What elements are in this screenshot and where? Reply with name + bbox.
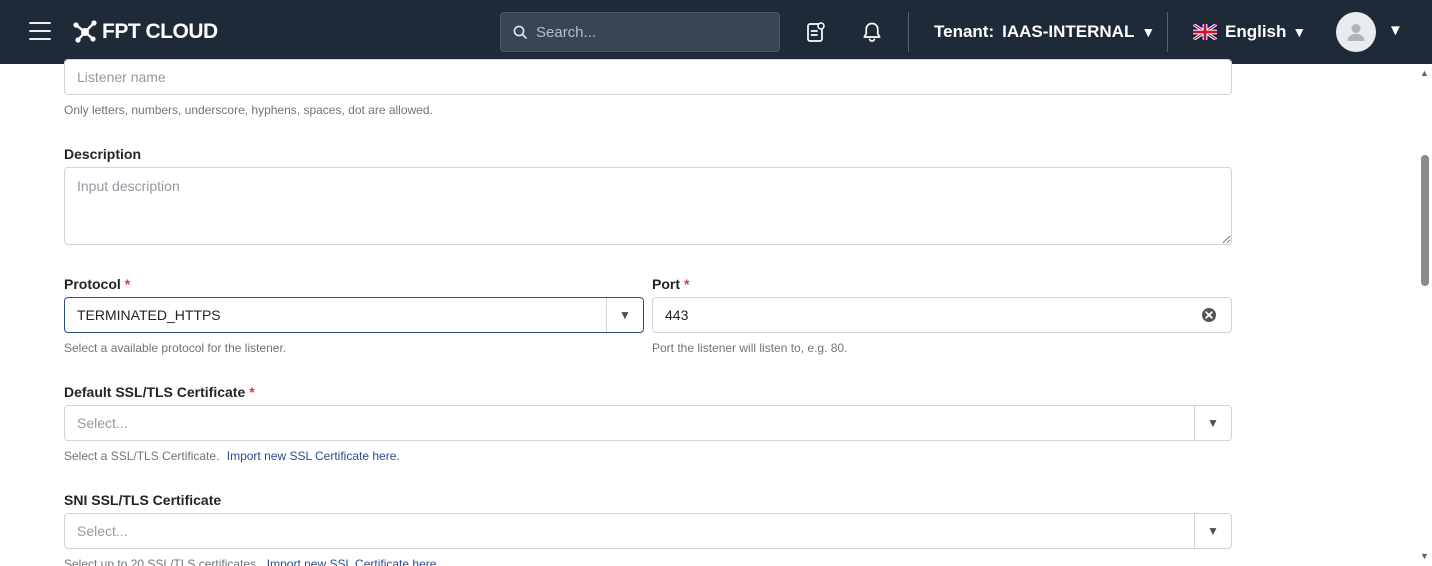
default-cert-hint-text: Select a SSL/TLS Certificate.: [64, 449, 220, 463]
required-mark: *: [249, 384, 255, 400]
logo[interactable]: FPT CLOUD: [72, 18, 218, 46]
port-hint: Port the listener will listen to, e.g. 8…: [652, 341, 848, 355]
protocol-label-text: Protocol: [64, 276, 121, 292]
uk-flag-icon: [1193, 24, 1217, 40]
tenant-value: IAAS-INTERNAL: [1002, 22, 1135, 41]
account-menu-caret-icon[interactable]: ▼: [1388, 22, 1403, 39]
import-ssl-link[interactable]: Import new SSL Certificate here.: [227, 449, 400, 463]
sni-cert-placeholder: Select...: [77, 523, 128, 539]
default-cert-label: Default SSL/TLS Certificate *: [64, 384, 255, 400]
port-label-text: Port: [652, 276, 680, 292]
sni-cert-hint: Select up to 20 SSL/TLS certificates. Im…: [64, 557, 440, 566]
clear-icon[interactable]: [1201, 307, 1217, 323]
default-cert-select[interactable]: Select... ▼: [64, 405, 1232, 441]
logo-text: FPT CLOUD: [102, 20, 218, 43]
search-input[interactable]: [536, 23, 756, 41]
language-selector[interactable]: English ▼: [1193, 20, 1306, 44]
caret-down-icon: ▼: [1141, 24, 1156, 40]
listener-name-input[interactable]: [64, 59, 1232, 95]
protocol-label: Protocol *: [64, 276, 130, 292]
scrollbar[interactable]: ▲ ▼: [1416, 64, 1432, 566]
bell-icon[interactable]: [860, 20, 884, 44]
tenant-selector[interactable]: Tenant: IAAS-INTERNAL ▼: [934, 20, 1155, 44]
protocol-select[interactable]: TERMINATED_HTTPS ▼: [64, 297, 644, 333]
chevron-down-icon[interactable]: ▼: [606, 298, 643, 332]
user-icon: [1347, 24, 1365, 41]
required-mark: *: [684, 276, 690, 292]
sni-cert-hint-text: Select up to 20 SSL/TLS certificates.: [64, 557, 260, 566]
logo-mark-icon: [73, 20, 97, 43]
clipboard-icon[interactable]: [804, 20, 828, 44]
import-ssl-link[interactable]: Import new SSL Certificate here.: [267, 557, 440, 566]
port-input[interactable]: [652, 297, 1232, 333]
listener-name-hint: Only letters, numbers, underscore, hyphe…: [64, 103, 433, 117]
chevron-down-icon[interactable]: ▼: [1194, 406, 1231, 440]
default-cert-hint: Select a SSL/TLS Certificate. Import new…: [64, 449, 400, 463]
search-box[interactable]: [500, 12, 780, 52]
scroll-down-icon[interactable]: ▼: [1420, 551, 1429, 561]
caret-down-icon: ▼: [1292, 24, 1307, 40]
scrollbar-thumb[interactable]: [1421, 155, 1429, 286]
search-icon: [513, 25, 527, 39]
default-cert-placeholder: Select...: [77, 415, 128, 431]
chevron-down-icon[interactable]: ▼: [1194, 514, 1231, 548]
tenant-label: Tenant:: [934, 22, 995, 41]
sni-cert-select[interactable]: Select... ▼: [64, 513, 1232, 549]
protocol-hint: Select a available protocol for the list…: [64, 341, 287, 355]
divider: [908, 12, 909, 52]
description-textarea[interactable]: [64, 167, 1232, 245]
port-label: Port *: [652, 276, 689, 292]
language-label: English: [1225, 22, 1287, 41]
default-cert-label-text: Default SSL/TLS Certificate: [64, 384, 246, 400]
menu-icon[interactable]: [29, 22, 51, 42]
scroll-up-icon[interactable]: ▲: [1420, 68, 1429, 78]
avatar[interactable]: [1336, 12, 1376, 52]
protocol-value: TERMINATED_HTTPS: [77, 307, 221, 323]
description-label: Description: [64, 146, 142, 162]
top-navbar: FPT CLOUD Tenant: IAAS-INTERNAL ▼: [0, 0, 1432, 64]
required-mark: *: [124, 276, 131, 292]
divider: [1167, 12, 1168, 52]
sni-cert-label: SNI SSL/TLS Certificate: [64, 492, 222, 508]
